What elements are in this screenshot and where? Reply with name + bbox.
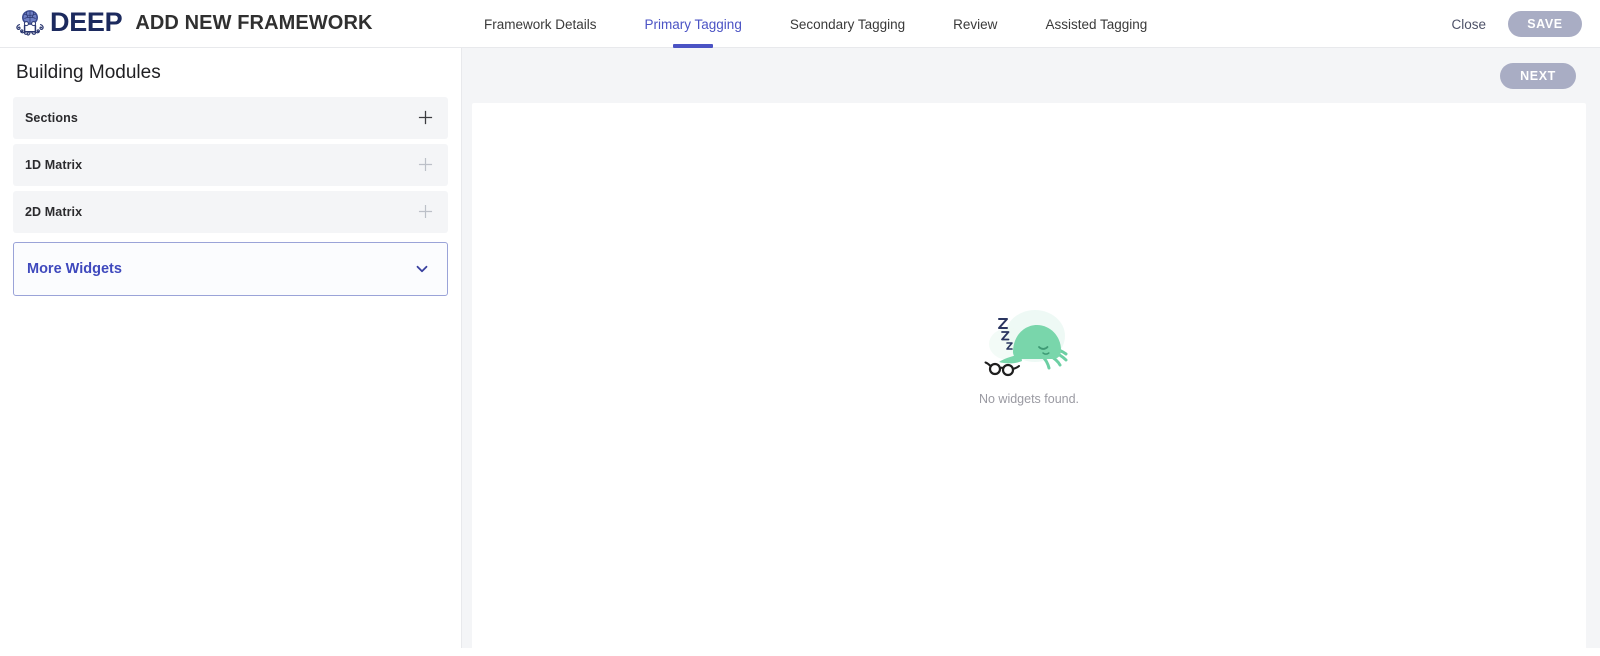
brand-name: DEEP (50, 7, 123, 37)
widgets-panel: No widgets found. (472, 103, 1586, 656)
plus-icon[interactable] (417, 156, 434, 173)
empty-state-message: No widgets found. (978, 391, 1080, 406)
plus-icon[interactable] (417, 109, 434, 126)
module-item-sections[interactable]: Sections (13, 96, 448, 139)
building-modules-sidebar: Building Modules Sections 1D Matrix 2D M… (0, 48, 462, 648)
more-widgets-accordion[interactable]: More Widgets (13, 241, 448, 296)
brand[interactable]: DEEP (12, 6, 123, 42)
module-item-2d-matrix[interactable]: 2D Matrix (13, 190, 448, 233)
nav-item-framework-details[interactable]: Framework Details (460, 0, 621, 48)
nav-item-secondary-tagging[interactable]: Secondary Tagging (766, 0, 929, 48)
more-widgets-label: More Widgets (27, 260, 122, 277)
module-item-label: Sections (25, 110, 78, 125)
module-item-label: 2D Matrix (25, 204, 83, 219)
chevron-down-icon[interactable] (413, 260, 431, 278)
next-button[interactable]: NEXT (1500, 62, 1576, 89)
stepper-nav: Framework Details Primary Tagging Second… (460, 0, 1171, 48)
module-item-label: 1D Matrix (25, 157, 83, 172)
sidebar-heading: Building Modules (16, 62, 161, 83)
main-area: NEXT No widgets found. (462, 48, 1600, 656)
empty-state: No widgets found. (472, 103, 1586, 656)
save-button[interactable]: SAVE (1508, 11, 1582, 37)
module-item-1d-matrix[interactable]: 1D Matrix (13, 143, 448, 186)
top-bar-actions: Close SAVE (1445, 0, 1582, 48)
nav-item-assisted-tagging[interactable]: Assisted Tagging (1021, 0, 1171, 48)
plus-icon[interactable] (417, 203, 434, 220)
nav-item-primary-tagging[interactable]: Primary Tagging (621, 0, 766, 48)
deep-octopus-brain-logo (12, 6, 48, 42)
module-list: Sections 1D Matrix 2D Matrix (13, 96, 448, 233)
top-bar: DEEP ADD NEW FRAMEWORK Framework Details… (0, 0, 1600, 48)
sleeping-octopus-with-glasses-icon (969, 294, 1089, 380)
page-title: ADD NEW FRAMEWORK (135, 12, 373, 34)
close-button[interactable]: Close (1445, 13, 1492, 36)
main-toolbar: NEXT (462, 48, 1600, 103)
nav-item-review[interactable]: Review (929, 0, 1021, 48)
